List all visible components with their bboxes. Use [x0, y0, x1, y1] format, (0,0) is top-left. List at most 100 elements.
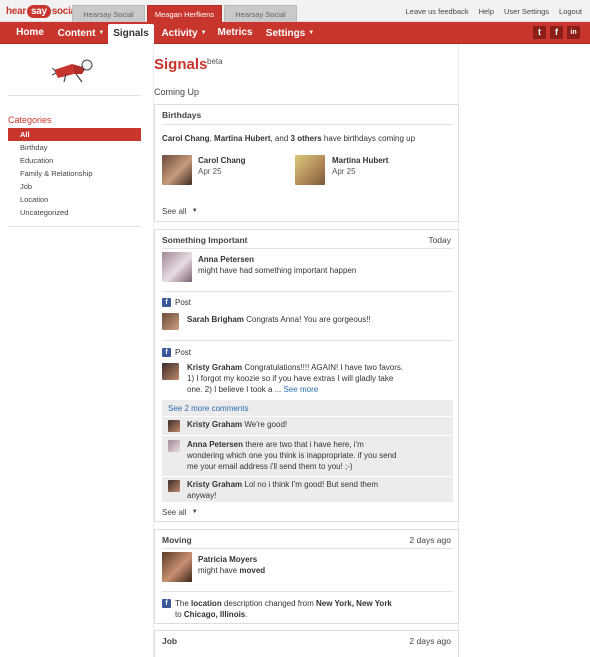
hearsay-logo[interactable]: hear say social	[6, 3, 79, 19]
account-tab-meagan-herfkens[interactable]: Meagan Herfkens	[147, 5, 222, 22]
post-author[interactable]: Sarah Brigham	[187, 315, 244, 324]
help-link[interactable]: Help	[479, 7, 494, 16]
divider	[162, 340, 453, 341]
card-heading: Birthdays	[162, 110, 202, 120]
summary-others[interactable]: 3 others	[291, 134, 322, 143]
birthday-date: Apr 25	[198, 167, 222, 176]
comment-author[interactable]: Anna Petersen	[187, 440, 243, 449]
comment-text: wondering which one you think is inappro…	[187, 451, 397, 460]
nav-metrics-label: Metrics	[217, 27, 253, 38]
card-heading: Something Important	[162, 235, 248, 245]
card-heading: Job	[162, 636, 178, 646]
comment-text: We're good!	[244, 420, 288, 429]
comment-author[interactable]: Kristy Graham	[187, 480, 242, 489]
post-text: one. 2) I believe I took a ...	[187, 385, 282, 394]
birthday-summary: Carol Chang, Martina Hubert, and 3 other…	[162, 133, 457, 144]
more-comments-link[interactable]: See 2 more comments	[168, 403, 248, 414]
nav-activity-label: Activity	[161, 28, 198, 39]
divider	[162, 416, 453, 417]
top-bar: hear say social Hearsay Social Meagan Herf…	[0, 0, 590, 22]
summary-separator: ,	[209, 134, 212, 143]
category-job[interactable]: Job	[8, 180, 141, 193]
person-name[interactable]: Carol Chang	[198, 155, 246, 166]
avatar[interactable]	[168, 480, 180, 492]
facebook-icon[interactable]: f	[550, 26, 563, 39]
post-content: Kristy Graham Congratulations!!!! AGAIN!…	[187, 362, 452, 395]
avatar[interactable]	[162, 313, 179, 330]
nav-home-label: Home	[16, 27, 44, 38]
category-uncategorized[interactable]: Uncategorized	[8, 206, 141, 219]
signal-description: might have moved	[198, 565, 265, 576]
summary-name[interactable]: Martina Hubert	[214, 134, 270, 143]
feedback-link[interactable]: Leave us feedback	[406, 7, 469, 16]
avatar[interactable]	[168, 440, 180, 452]
nav-metrics[interactable]: Metrics	[212, 22, 258, 44]
avatar[interactable]	[295, 155, 325, 185]
account-tab-hearsay-social[interactable]: Hearsay Social	[72, 5, 145, 22]
comments-section: See 2 more comments Kristy Graham We're …	[162, 400, 453, 502]
divider	[162, 548, 453, 549]
category-birthday[interactable]: Birthday	[8, 141, 141, 154]
categories-title: Categories	[8, 115, 52, 125]
nav-activity[interactable]: Activity ▼	[158, 22, 210, 44]
category-education[interactable]: Education	[8, 154, 141, 167]
description-text: might have	[198, 566, 238, 575]
comment-author[interactable]: Kristy Graham	[187, 420, 242, 429]
comment-content: Kristy Graham We're good!	[187, 419, 287, 430]
post-label: Post	[175, 348, 192, 357]
avatar[interactable]	[162, 252, 192, 282]
change-field: location	[191, 599, 222, 608]
change-from: New York, New York	[316, 599, 392, 608]
twitter-icon[interactable]: t	[533, 26, 546, 39]
location-change: The location description changed from Ne…	[175, 598, 455, 620]
logo-text-say: say	[26, 4, 51, 18]
category-location[interactable]: Location	[8, 193, 141, 206]
logo-text-hear: hear	[6, 5, 26, 17]
avatar[interactable]	[168, 420, 180, 432]
see-more-link[interactable]: See more	[284, 385, 319, 394]
nav-settings[interactable]: Settings ▼	[262, 22, 318, 44]
chevron-down-icon: ▼	[191, 509, 198, 515]
facebook-icon: f	[162, 298, 171, 307]
linkedin-icon[interactable]: in	[567, 26, 580, 39]
avatar[interactable]	[162, 363, 179, 380]
post-text: 1) I forgot my koozie so if you have ext…	[187, 374, 394, 383]
nav-settings-label: Settings	[265, 28, 306, 39]
divider	[162, 476, 453, 477]
sidebar-divider	[8, 95, 141, 96]
superhero-mascot-icon	[52, 59, 93, 83]
category-list: All Birthday Education Family & Relation…	[8, 128, 141, 219]
user-settings-link[interactable]: User Settings	[504, 7, 549, 16]
summary-name[interactable]: Carol Chang	[162, 134, 210, 143]
change-text: The	[175, 599, 189, 608]
person-name[interactable]: Patricia Moyers	[198, 554, 257, 565]
nav-content[interactable]: Content ▼	[54, 22, 108, 44]
category-family-relationship[interactable]: Family & Relationship	[8, 167, 141, 180]
see-all-button[interactable]: See all ▼	[162, 508, 198, 517]
card-date: 2 days ago	[409, 636, 451, 646]
divider	[162, 124, 453, 125]
nav-signals[interactable]: Signals	[108, 24, 154, 44]
logout-link[interactable]: Logout	[559, 7, 582, 16]
divider	[162, 591, 453, 592]
account-tab-hearsay-social-2[interactable]: Hearsay Social	[224, 5, 297, 22]
nav-home[interactable]: Home	[8, 22, 52, 44]
divider	[162, 291, 453, 292]
comment-content: Kristy Graham Lol no i think I'm good! B…	[187, 479, 449, 501]
post-author[interactable]: Kristy Graham	[187, 363, 242, 372]
chevron-down-icon: ▼	[200, 30, 207, 36]
birthdays-card: Birthdays Carol Chang, Martina Hubert, a…	[154, 104, 459, 222]
change-to: Chicago, Illinois	[183, 610, 246, 619]
category-all[interactable]: All	[8, 128, 141, 141]
person-name[interactable]: Anna Petersen	[198, 254, 254, 265]
avatar[interactable]	[162, 155, 192, 185]
moving-card: Moving 2 days ago Patricia Moyers might …	[154, 529, 459, 624]
avatar[interactable]	[162, 552, 192, 582]
comment-content: Anna Petersen there are two that i have …	[187, 439, 449, 472]
birthday-date: Apr 25	[332, 167, 356, 176]
sidebar: Categories All Birthday Education Family…	[0, 44, 141, 657]
sidebar-divider	[8, 226, 141, 227]
person-name[interactable]: Martina Hubert	[332, 155, 388, 166]
see-all-button[interactable]: See all ▼	[162, 207, 198, 216]
main-nav: Home Content ▼ Signals Activity ▼ Metrics …	[0, 22, 590, 44]
